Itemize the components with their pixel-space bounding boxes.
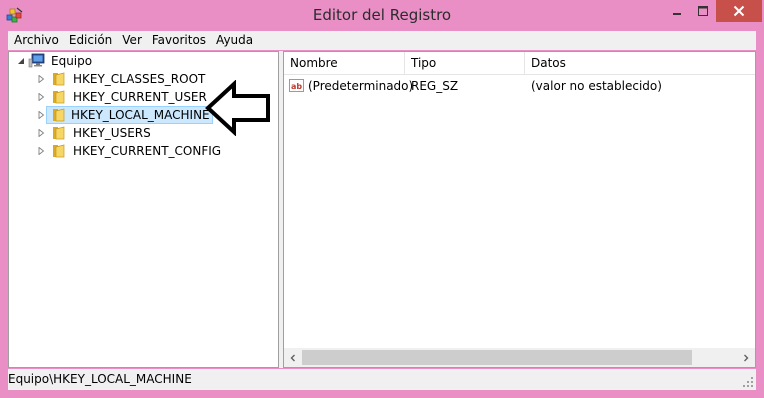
menu-edicion[interactable]: Edición <box>64 31 117 50</box>
minimize-icon <box>672 13 681 15</box>
tree-label: HKEY_CURRENT_CONFIG <box>73 144 222 158</box>
tree-item-hkey-users[interactable]: HKEY_USERS <box>36 124 153 142</box>
tree-item-hkey-current-config[interactable]: HKEY_CURRENT_CONFIG <box>36 142 223 160</box>
scroll-thumb[interactable] <box>302 350 692 365</box>
chevron-right-icon <box>744 354 749 361</box>
list-item[interactable]: ab (Predeterminado) REG_SZ (valor no est… <box>284 76 755 96</box>
window-title: Editor del Registro <box>312 6 452 24</box>
resize-grip-icon[interactable] <box>742 376 754 388</box>
column-header-nombre[interactable]: Nombre <box>284 52 405 75</box>
scroll-right-button[interactable] <box>737 348 755 367</box>
registry-editor-window: Editor del Registro Archivo Edición Ver … <box>0 0 764 398</box>
chevron-left-icon <box>290 354 295 361</box>
scroll-left-button[interactable] <box>284 348 302 367</box>
expand-triangle-icon[interactable] <box>36 92 46 102</box>
menu-ayuda[interactable]: Ayuda <box>211 31 258 50</box>
status-bar: Equipo\HKEY_LOCAL_MACHINE <box>8 369 756 390</box>
folder-icon <box>50 143 68 159</box>
tree-selection-highlight[interactable]: HKEY_LOCAL_MACHINE <box>46 106 213 124</box>
status-path: Equipo\HKEY_LOCAL_MACHINE <box>8 372 192 386</box>
folder-icon <box>50 71 68 87</box>
menu-archivo[interactable]: Archivo <box>9 31 64 50</box>
svg-text:ab: ab <box>291 82 302 91</box>
tree-label-equipo: Equipo <box>51 54 93 68</box>
string-value-icon: ab <box>289 79 305 93</box>
tree-item-hkey-current-user[interactable]: HKEY_CURRENT_USER <box>36 88 209 106</box>
tree-item-hkey-classes-root[interactable]: HKEY_CLASSES_ROOT <box>36 70 207 88</box>
menu-favoritos[interactable]: Favoritos <box>147 31 211 50</box>
title-bar[interactable]: Editor del Registro <box>0 0 764 30</box>
tree-item-hkey-local-machine[interactable]: HKEY_LOCAL_MACHINE <box>36 106 213 124</box>
expand-triangle-icon[interactable] <box>36 128 46 138</box>
expand-triangle-icon[interactable] <box>36 110 46 120</box>
left-arrow-outline-icon <box>205 80 270 136</box>
list-header: Nombre Tipo Datos <box>284 52 755 75</box>
horizontal-scrollbar[interactable] <box>284 348 755 367</box>
folder-icon <box>50 89 68 105</box>
value-data: (valor no establecido) <box>531 79 662 93</box>
value-type: REG_SZ <box>411 79 459 93</box>
computer-icon <box>28 53 46 69</box>
tree-label: HKEY_USERS <box>73 126 151 140</box>
tree-label: HKEY_CURRENT_USER <box>73 90 207 104</box>
cell-nombre: ab (Predeterminado) <box>289 76 413 96</box>
value-name: (Predeterminado) <box>308 79 414 93</box>
tree-label: HKEY_CLASSES_ROOT <box>73 72 206 86</box>
folder-icon <box>50 125 68 141</box>
column-header-datos[interactable]: Datos <box>525 52 755 75</box>
expand-triangle-icon[interactable] <box>36 74 46 84</box>
minimize-button[interactable] <box>663 0 690 22</box>
collapse-triangle-icon[interactable] <box>16 56 26 66</box>
maximize-button[interactable] <box>690 0 716 22</box>
close-icon <box>733 5 745 17</box>
menu-bar: Archivo Edición Ver Favoritos Ayuda <box>8 31 756 50</box>
tree-label: HKEY_LOCAL_MACHINE <box>71 108 210 122</box>
expand-triangle-icon[interactable] <box>36 146 46 156</box>
folder-icon <box>50 107 68 123</box>
menu-ver[interactable]: Ver <box>117 31 147 50</box>
column-header-tipo[interactable]: Tipo <box>405 52 525 75</box>
maximize-icon <box>698 6 708 16</box>
close-button[interactable] <box>716 0 762 22</box>
tree-item-equipo[interactable]: Equipo <box>16 52 94 70</box>
values-list-pane[interactable]: Nombre Tipo Datos ab (Predeterminado) RE… <box>283 51 756 368</box>
